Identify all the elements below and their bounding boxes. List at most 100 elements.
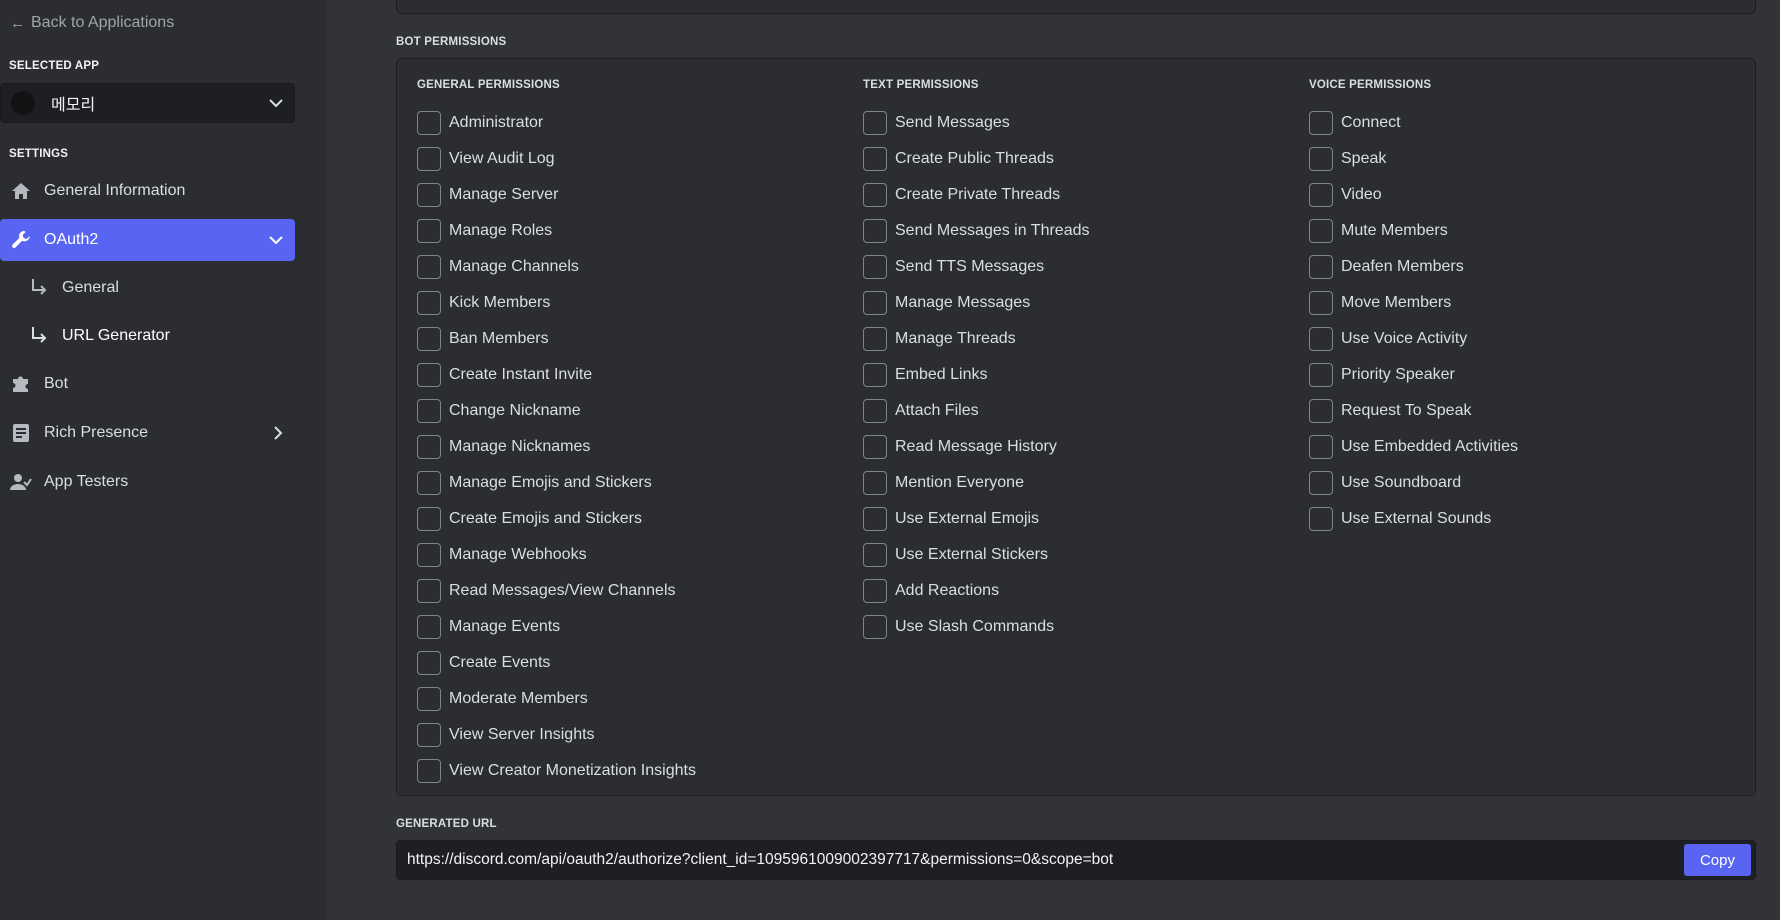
back-to-applications-link[interactable]: ← Back to Applications [10, 14, 174, 32]
permission-checkbox[interactable] [417, 687, 441, 711]
permission-row[interactable]: Use Slash Commands [863, 609, 1089, 645]
permission-row[interactable]: View Creator Monetization Insights [417, 753, 696, 789]
permission-row[interactable]: Create Events [417, 645, 696, 681]
permission-row[interactable]: Use Soundboard [1309, 465, 1518, 501]
permission-row[interactable]: Manage Events [417, 609, 696, 645]
permission-checkbox[interactable] [863, 147, 887, 171]
permission-row[interactable]: Create Public Threads [863, 141, 1089, 177]
permission-row[interactable]: Moderate Members [417, 681, 696, 717]
permission-row[interactable]: Mention Everyone [863, 465, 1089, 501]
permission-row[interactable]: Manage Webhooks [417, 537, 696, 573]
permission-checkbox[interactable] [863, 363, 887, 387]
permission-checkbox[interactable] [417, 615, 441, 639]
permission-checkbox[interactable] [863, 615, 887, 639]
permission-row[interactable]: Attach Files [863, 393, 1089, 429]
permission-row[interactable]: Create Instant Invite [417, 357, 696, 393]
app-selector[interactable]: 메모리 [0, 83, 295, 123]
permission-row[interactable]: Speak [1309, 141, 1518, 177]
permission-checkbox[interactable] [1309, 255, 1333, 279]
permission-row[interactable]: Priority Speaker [1309, 357, 1518, 393]
permission-row[interactable]: Manage Server [417, 177, 696, 213]
permission-row[interactable]: View Audit Log [417, 141, 696, 177]
permission-row[interactable]: Use External Emojis [863, 501, 1089, 537]
permission-row[interactable]: Send Messages in Threads [863, 213, 1089, 249]
permission-checkbox[interactable] [1309, 363, 1333, 387]
generated-url-field[interactable]: https://discord.com/api/oauth2/authorize… [396, 840, 1756, 880]
permission-checkbox[interactable] [417, 291, 441, 315]
permission-checkbox[interactable] [863, 435, 887, 459]
sidebar-item-oauth2[interactable]: OAuth2 [0, 219, 295, 261]
sidebar-item-rich-presence[interactable]: Rich Presence [0, 412, 295, 454]
permission-checkbox[interactable] [1309, 219, 1333, 243]
generated-url-text[interactable]: https://discord.com/api/oauth2/authorize… [407, 851, 1684, 869]
permission-row[interactable]: Change Nickname [417, 393, 696, 429]
permission-checkbox[interactable] [863, 327, 887, 351]
permission-checkbox[interactable] [417, 435, 441, 459]
permission-row[interactable]: Create Emojis and Stickers [417, 501, 696, 537]
permission-row[interactable]: Send TTS Messages [863, 249, 1089, 285]
permission-checkbox[interactable] [863, 291, 887, 315]
permission-checkbox[interactable] [417, 471, 441, 495]
permission-checkbox[interactable] [863, 183, 887, 207]
permission-row[interactable]: View Server Insights [417, 717, 696, 753]
permission-row[interactable]: Manage Channels [417, 249, 696, 285]
permission-checkbox[interactable] [417, 111, 441, 135]
permission-checkbox[interactable] [1309, 471, 1333, 495]
permission-row[interactable]: Use Voice Activity [1309, 321, 1518, 357]
permission-checkbox[interactable] [1309, 291, 1333, 315]
copy-button[interactable]: Copy [1683, 844, 1751, 876]
permission-row[interactable]: Manage Messages [863, 285, 1089, 321]
permission-row[interactable]: Connect [1309, 105, 1518, 141]
permission-checkbox[interactable] [417, 651, 441, 675]
sidebar-item-app-testers[interactable]: App Testers [0, 461, 295, 503]
permission-row[interactable]: Deafen Members [1309, 249, 1518, 285]
permission-row[interactable]: Manage Nicknames [417, 429, 696, 465]
permission-row[interactable]: Move Members [1309, 285, 1518, 321]
permission-checkbox[interactable] [417, 255, 441, 279]
permission-checkbox[interactable] [417, 147, 441, 171]
permission-checkbox[interactable] [863, 579, 887, 603]
permission-row[interactable]: Manage Roles [417, 213, 696, 249]
permission-row[interactable]: Manage Threads [863, 321, 1089, 357]
permission-row[interactable]: Use Embedded Activities [1309, 429, 1518, 465]
permission-row[interactable]: Administrator [417, 105, 696, 141]
permission-checkbox[interactable] [417, 327, 441, 351]
permission-checkbox[interactable] [863, 507, 887, 531]
permission-checkbox[interactable] [1309, 399, 1333, 423]
sidebar-item-general-information[interactable]: General Information [0, 170, 295, 212]
sidebar-subitem-url-generator[interactable]: URL Generator [30, 318, 295, 354]
permission-checkbox[interactable] [1309, 507, 1333, 531]
permission-row[interactable]: Video [1309, 177, 1518, 213]
permission-checkbox[interactable] [417, 507, 441, 531]
permission-checkbox[interactable] [417, 759, 441, 783]
permission-row[interactable]: Use External Sounds [1309, 501, 1518, 537]
permission-checkbox[interactable] [1309, 327, 1333, 351]
permission-checkbox[interactable] [863, 543, 887, 567]
permission-row[interactable]: Embed Links [863, 357, 1089, 393]
permission-row[interactable]: Mute Members [1309, 213, 1518, 249]
permission-checkbox[interactable] [417, 183, 441, 207]
permission-row[interactable]: Ban Members [417, 321, 696, 357]
sidebar-item-bot[interactable]: Bot [0, 363, 295, 405]
permission-row[interactable]: Read Messages/View Channels [417, 573, 696, 609]
permission-checkbox[interactable] [1309, 147, 1333, 171]
permission-checkbox[interactable] [863, 219, 887, 243]
sidebar-subitem-general[interactable]: General [30, 270, 295, 306]
permission-row[interactable]: Kick Members [417, 285, 696, 321]
permission-checkbox[interactable] [1309, 183, 1333, 207]
permission-checkbox[interactable] [863, 471, 887, 495]
permission-checkbox[interactable] [863, 399, 887, 423]
permission-row[interactable]: Add Reactions [863, 573, 1089, 609]
permission-checkbox[interactable] [1309, 111, 1333, 135]
permission-row[interactable]: Send Messages [863, 105, 1089, 141]
permission-checkbox[interactable] [417, 543, 441, 567]
permission-row[interactable]: Request To Speak [1309, 393, 1518, 429]
permission-row[interactable]: Read Message History [863, 429, 1089, 465]
permission-checkbox[interactable] [863, 255, 887, 279]
permission-row[interactable]: Manage Emojis and Stickers [417, 465, 696, 501]
permission-checkbox[interactable] [417, 363, 441, 387]
permission-checkbox[interactable] [417, 219, 441, 243]
permission-checkbox[interactable] [417, 399, 441, 423]
permission-checkbox[interactable] [417, 723, 441, 747]
permission-checkbox[interactable] [417, 579, 441, 603]
